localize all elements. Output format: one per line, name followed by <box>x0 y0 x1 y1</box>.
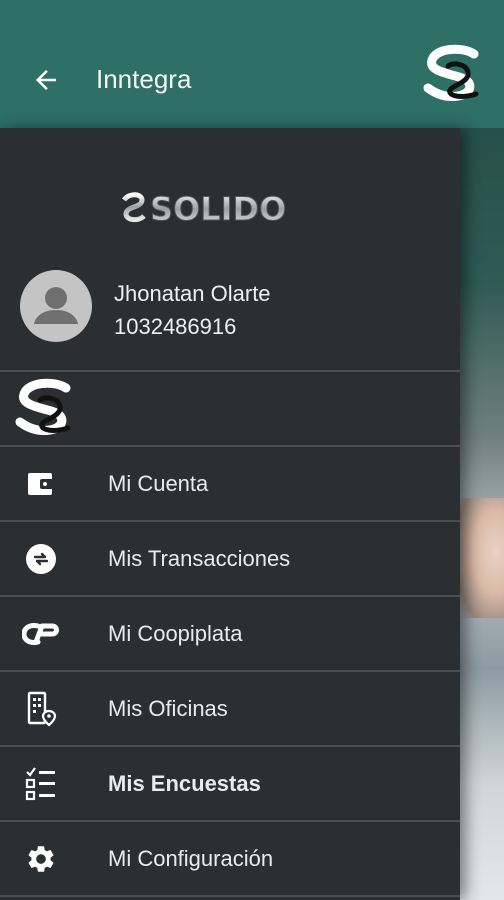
menu-item-mis-encuestas[interactable]: Mis Encuestas <box>0 747 460 820</box>
menu-item-label: Mi Cuenta <box>108 470 209 496</box>
back-button[interactable] <box>28 62 64 98</box>
menu-item-label: Mis Transacciones <box>108 545 291 571</box>
menu-item-mis-transacciones[interactable]: Mis Transacciones <box>0 522 460 595</box>
solido-logo-icon <box>423 44 479 101</box>
menu-item-label: Mi Configuración <box>108 845 274 871</box>
menu-item-mi-configuracion[interactable]: Mi Configuración <box>0 822 460 895</box>
exchange-icon <box>22 540 60 578</box>
gear-icon <box>22 840 60 878</box>
menu-item-mi-cuenta[interactable]: Mi Cuenta <box>0 447 460 520</box>
brand-text: SOLIDO <box>150 190 286 228</box>
menu-item-mi-coopiplata[interactable]: Mi Coopiplata <box>0 597 460 670</box>
menu-item-label: Mis Oficinas <box>108 695 228 721</box>
app-bar: Inntegra <box>0 0 504 128</box>
office-location-icon <box>22 690 60 728</box>
background-content <box>460 128 504 900</box>
menu-item-label: Mi Coopiplata <box>108 620 243 646</box>
person-icon <box>34 287 78 324</box>
checklist-icon <box>22 765 60 803</box>
coopiplata-icon <box>22 615 60 653</box>
background-photo <box>460 498 504 618</box>
avatar[interactable] <box>20 270 92 342</box>
wallet-icon <box>22 465 60 503</box>
navigation-drawer: SOLIDO Jhonatan Olarte 1032486916 Mi Cue… <box>0 128 460 900</box>
menu-item-label: Mis Encuestas <box>108 770 261 796</box>
arrow-left-icon <box>36 70 56 90</box>
app-title: Inntegra <box>96 64 192 94</box>
divider <box>0 370 460 372</box>
solido-brand-logo: SOLIDO <box>122 190 287 229</box>
menu-item-mis-oficinas[interactable]: Mis Oficinas <box>0 672 460 745</box>
profile-id: 1032486916 <box>114 314 237 339</box>
profile-name: Jhonatan Olarte <box>114 281 271 306</box>
solido-s-logo-icon <box>15 378 71 435</box>
divider <box>0 895 460 897</box>
